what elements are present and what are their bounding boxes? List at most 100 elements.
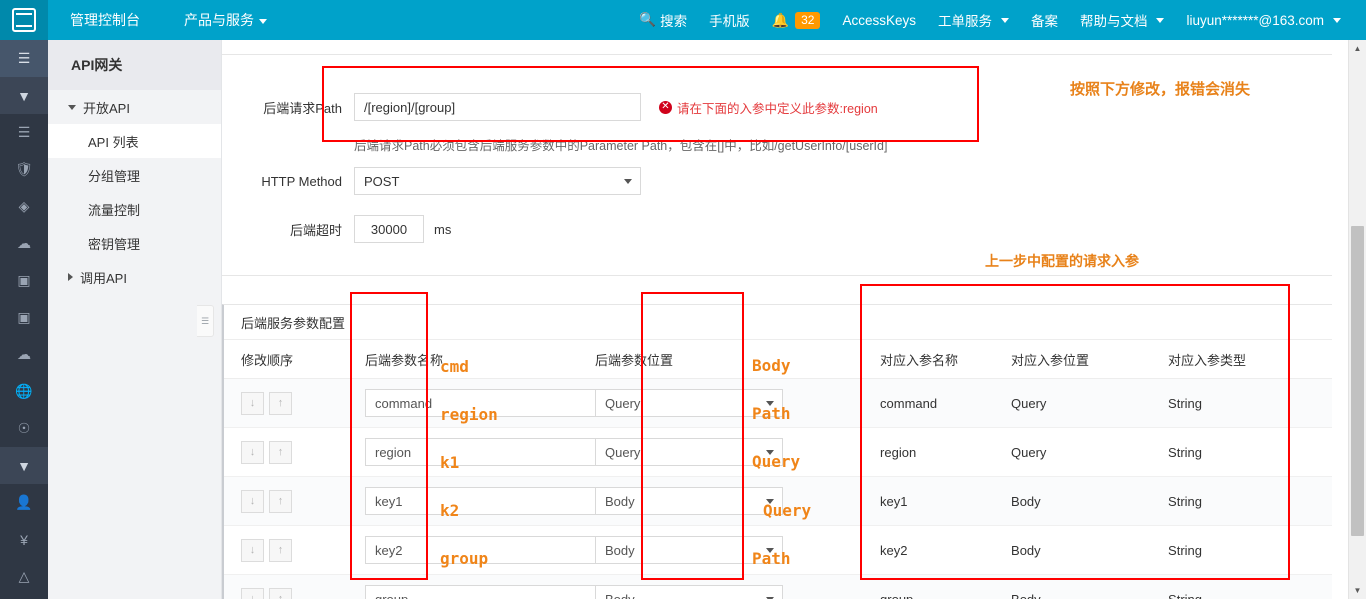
backend-timeout-input[interactable]: 30000 bbox=[354, 215, 424, 243]
chevron-down-icon[interactable]: ▼ bbox=[0, 77, 48, 114]
backend-position-select[interactable]: Body bbox=[595, 487, 784, 515]
sidebar-group-call-api[interactable]: 调用API bbox=[48, 260, 221, 294]
cloud-disk-icon[interactable]: ☁ bbox=[0, 225, 48, 262]
table-row: ↓ ↑ group Body group Body String bbox=[224, 574, 1335, 599]
in-type-cell: String bbox=[1168, 574, 1335, 599]
vertical-scrollbar[interactable]: ▲ ▼ bbox=[1348, 40, 1366, 599]
icon-rail: ☰ ▼ ☰ 🛡 ◈ ☁ ▣ ▣ ☁ 🌐 ☉ ▼ 👤 ¥ △ ✉ bbox=[0, 40, 48, 599]
backend-timeout-value: 30000 bbox=[370, 221, 408, 237]
user-icon[interactable]: 👤 bbox=[0, 484, 48, 521]
in-name-cell: region bbox=[865, 427, 1012, 477]
chevron-down-icon bbox=[68, 104, 76, 110]
chevron-down-icon-2[interactable]: ▼ bbox=[0, 447, 48, 484]
globe-icon[interactable]: 🌐 bbox=[0, 373, 48, 410]
database-box2-icon[interactable]: ▣ bbox=[0, 299, 48, 336]
nav-item-products[interactable]: 产品与服务 bbox=[162, 10, 289, 30]
in-name-cell: key2 bbox=[865, 525, 1012, 575]
backend-name-cell: group bbox=[350, 574, 619, 599]
sidebar-item-group-management[interactable]: 分组管理 bbox=[48, 158, 221, 192]
scrollbar-thumb[interactable] bbox=[1351, 226, 1364, 536]
mail-icon[interactable]: ✉ bbox=[0, 595, 48, 599]
http-method-label: HTTP Method bbox=[261, 173, 342, 189]
backend-param-card: 后端服务参数配置 修改顺序 后端参数名称 后端参数位置 对应入参名称 对应入参位… bbox=[221, 304, 1335, 599]
arrow-up-icon[interactable]: ↑ bbox=[269, 489, 292, 513]
table-row: ↓ ↑ key2 Body key2 Body String bbox=[224, 525, 1335, 575]
globe-shield-icon[interactable]: ☉ bbox=[0, 410, 48, 447]
arrow-down-icon[interactable]: ↓ bbox=[241, 538, 264, 562]
search-icon: 🔍 bbox=[639, 12, 657, 27]
database-box-icon[interactable]: ▣ bbox=[0, 262, 48, 299]
backend-name-value: region bbox=[375, 444, 412, 460]
menu-bars-icon[interactable]: ☰ bbox=[0, 40, 48, 77]
order-cell: ↓ ↑ bbox=[224, 476, 350, 526]
sidebar-collapse-handle[interactable]: ☰ bbox=[197, 305, 214, 337]
right-gutter bbox=[1332, 40, 1349, 599]
in-name-cell: command bbox=[865, 378, 1012, 428]
backend-position-select[interactable]: Body bbox=[595, 536, 784, 564]
notifications-button[interactable]: 🔔 32 bbox=[761, 11, 832, 29]
arrow-down-icon[interactable]: ↓ bbox=[241, 391, 264, 415]
yuan-coin-icon[interactable]: ¥ bbox=[0, 521, 48, 558]
backend-name-value: key1 bbox=[375, 493, 403, 509]
sidebar-group-open-api-label: 开放API bbox=[83, 100, 130, 116]
order-cell: ↓ ↑ bbox=[224, 427, 350, 477]
in-name-cell: key1 bbox=[865, 476, 1012, 526]
analytics-icon[interactable]: △ bbox=[0, 558, 48, 595]
th-order: 修改顺序 bbox=[224, 340, 350, 379]
icp-filing-link[interactable]: 备案 bbox=[1020, 10, 1069, 30]
top-nav-right: 🔍 搜索 手机版 🔔 32 AccessKeys 工单服务 备案 帮助与文档 l… bbox=[628, 10, 1366, 30]
table-row: ↓ ↑ command Query command Query String bbox=[224, 378, 1335, 428]
shield-icon[interactable]: 🛡 bbox=[0, 151, 48, 188]
http-method-value: POST bbox=[364, 173, 400, 189]
sidebar-title: API网关 bbox=[48, 40, 221, 90]
scroll-up-arrow-icon[interactable]: ▲ bbox=[1349, 40, 1366, 57]
arrow-up-icon[interactable]: ↑ bbox=[269, 538, 292, 562]
backend-path-label: 后端请求Path bbox=[263, 100, 342, 116]
backend-position-select[interactable]: Query bbox=[595, 438, 784, 466]
user-account-menu[interactable]: liuyun*******@163.com bbox=[1175, 13, 1352, 28]
arrow-down-icon[interactable]: ↓ bbox=[241, 587, 264, 599]
console-logo-icon[interactable] bbox=[0, 0, 48, 40]
in-type-cell: String bbox=[1168, 525, 1335, 575]
in-type-cell: String bbox=[1168, 427, 1335, 477]
mobile-version-link[interactable]: 手机版 bbox=[698, 10, 761, 30]
sidebar-item-api-list[interactable]: API 列表 bbox=[48, 124, 221, 158]
arrow-down-icon[interactable]: ↓ bbox=[241, 440, 264, 464]
accesskeys-link[interactable]: AccessKeys bbox=[831, 13, 927, 28]
cloud-icon[interactable]: ☁ bbox=[0, 336, 48, 373]
backend-path-input[interactable]: /[region]/[group] bbox=[354, 93, 641, 121]
scroll-down-arrow-icon[interactable]: ▼ bbox=[1349, 582, 1366, 599]
table-header-row: 修改顺序 后端参数名称 后端参数位置 对应入参名称 对应入参位置 对应入参类型 bbox=[224, 340, 1335, 379]
order-cell: ↓ ↑ bbox=[224, 574, 350, 599]
in-position-cell: Body bbox=[1011, 574, 1169, 599]
server-stack-icon[interactable]: ☰ bbox=[0, 114, 48, 151]
main-content: 后端请求Path /[region]/[group] ✕ 请在下面的入参中定义此… bbox=[221, 40, 1349, 599]
th-in-name: 对应入参名称 bbox=[865, 340, 1012, 379]
backend-position-select[interactable]: Query bbox=[595, 389, 784, 417]
backend-name-value: key2 bbox=[375, 542, 403, 558]
arrow-up-icon[interactable]: ↑ bbox=[269, 391, 292, 415]
backend-path-error-text: 请在下面的入参中定义此参数:region bbox=[677, 101, 878, 116]
top-navigation-bar: 管理控制台 产品与服务 🔍 搜索 手机版 🔔 32 AccessKeys 工单服 bbox=[0, 0, 1366, 40]
sidebar-group-open-api[interactable]: 开放API bbox=[48, 90, 221, 124]
nav-item-console-label: 管理控制台 bbox=[70, 12, 140, 28]
arrow-up-icon[interactable]: ↑ bbox=[269, 587, 292, 599]
ticket-service-menu[interactable]: 工单服务 bbox=[927, 10, 1020, 30]
nav-item-products-label: 产品与服务 bbox=[184, 12, 254, 28]
backend-name-cell: command bbox=[350, 378, 619, 428]
help-docs-menu[interactable]: 帮助与文档 bbox=[1069, 10, 1176, 30]
th-backend-position: 后端参数位置 bbox=[580, 340, 866, 379]
sidebar-item-key-management[interactable]: 密钥管理 bbox=[48, 226, 221, 260]
sidebar-item-flow-control[interactable]: 流量控制 bbox=[48, 192, 221, 226]
error-circle-icon: ✕ bbox=[659, 100, 672, 114]
backend-position-value: Body bbox=[605, 591, 635, 599]
http-method-select[interactable]: POST bbox=[354, 167, 641, 195]
backend-position-select[interactable]: Body bbox=[595, 585, 784, 599]
nav-item-console[interactable]: 管理控制台 bbox=[48, 10, 162, 30]
arrow-down-icon[interactable]: ↓ bbox=[241, 489, 264, 513]
network-nodes-icon[interactable]: ◈ bbox=[0, 188, 48, 225]
arrow-up-icon[interactable]: ↑ bbox=[269, 440, 292, 464]
search-button[interactable]: 🔍 搜索 bbox=[628, 10, 698, 30]
backend-position-cell: Body bbox=[580, 525, 866, 575]
backend-path-hint: 后端请求Path必须包含后端服务参数中的Parameter Path，包含在[]… bbox=[354, 139, 888, 153]
